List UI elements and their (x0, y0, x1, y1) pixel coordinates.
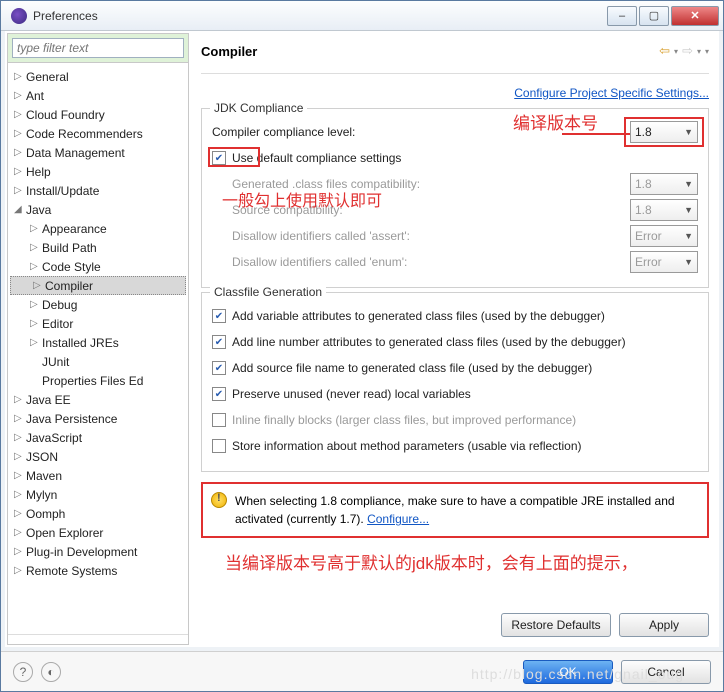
group-title: Classfile Generation (210, 285, 326, 299)
use-default-checkbox[interactable] (212, 151, 226, 165)
tree-item-open-explorer[interactable]: ▷Open Explorer (8, 523, 188, 542)
classfile-option-label: Add variable attributes to generated cla… (232, 309, 698, 323)
filter-box (8, 34, 188, 63)
help-icon[interactable]: ? (13, 662, 33, 682)
project-settings-link[interactable]: Configure Project Specific Settings... (514, 86, 709, 100)
titlebar: Preferences (1, 1, 723, 31)
classfile-checkbox[interactable] (212, 335, 226, 349)
nav-toolbar: ⇦▾ ⇨▾ ▾ (659, 43, 709, 59)
apply-button[interactable]: Apply (619, 613, 709, 637)
warning-text: When selecting 1.8 compliance, make sure… (235, 494, 675, 526)
minimize-button[interactable] (607, 6, 637, 26)
classfile-option-label: Store information about method parameter… (232, 439, 698, 453)
tree-item-debug[interactable]: ▷Debug (8, 295, 188, 314)
enum-select: Error▼ (630, 251, 698, 273)
annotation-3: 当编译版本号高于默认的jdk版本时，会有上面的提示， (225, 550, 709, 577)
classfile-option-label: Inline finally blocks (larger class file… (232, 413, 698, 427)
page-title: Compiler (201, 44, 257, 59)
tree-item-data-management[interactable]: ▷Data Management (8, 143, 188, 162)
preferences-tree[interactable]: ▷General▷Ant▷Cloud Foundry▷Code Recommen… (8, 63, 188, 634)
annotation-1: 编译版本号 (513, 109, 598, 134)
tree-item-code-recommenders[interactable]: ▷Code Recommenders (8, 124, 188, 143)
group-title: JDK Compliance (210, 101, 307, 115)
classfile-checkbox[interactable] (212, 439, 226, 453)
eclipse-icon (11, 8, 27, 24)
tree-item-maven[interactable]: ▷Maven (8, 466, 188, 485)
nav-back-icon[interactable]: ⇦ (659, 43, 670, 59)
tree-item-junit[interactable]: JUnit (8, 352, 188, 371)
import-export-icon[interactable]: ◐ (41, 662, 61, 682)
configure-link[interactable]: Configure... (367, 512, 429, 526)
warning-box: When selecting 1.8 compliance, make sure… (201, 482, 709, 538)
warning-icon (211, 492, 227, 508)
tree-item-install/update[interactable]: ▷Install/Update (8, 181, 188, 200)
classfile-option-label: Add line number attributes to generated … (232, 335, 698, 349)
tree-item-compiler[interactable]: ▷Compiler (10, 276, 186, 295)
tree-item-properties-files-ed[interactable]: Properties Files Ed (8, 371, 188, 390)
jdk-compliance-group: JDK Compliance 编译版本号 Compiler compliance… (201, 108, 709, 288)
assert-label: Disallow identifiers called 'assert': (232, 229, 630, 243)
classfile-checkbox[interactable] (212, 309, 226, 323)
main-panel: Compiler ⇦▾ ⇨▾ ▾ Configure Project Speci… (193, 33, 717, 645)
tree-item-help[interactable]: ▷Help (8, 162, 188, 181)
classfile-option-label: Preserve unused (never read) local varia… (232, 387, 698, 401)
assert-select: Error▼ (630, 225, 698, 247)
maximize-button[interactable] (639, 6, 669, 26)
filter-input[interactable] (12, 38, 184, 58)
tree-item-json[interactable]: ▷JSON (8, 447, 188, 466)
tree-item-java[interactable]: ◢Java (8, 200, 188, 219)
cancel-button[interactable]: Cancel (621, 660, 711, 684)
nav-fwd-icon[interactable]: ⇨ (682, 43, 693, 59)
close-button[interactable] (671, 6, 719, 26)
tree-item-cloud-foundry[interactable]: ▷Cloud Foundry (8, 105, 188, 124)
tree-item-oomph[interactable]: ▷Oomph (8, 504, 188, 523)
window-title: Preferences (33, 9, 605, 23)
tree-item-remote-systems[interactable]: ▷Remote Systems (8, 561, 188, 580)
classfile-group: Classfile Generation Add variable attrib… (201, 292, 709, 472)
tree-item-code-style[interactable]: ▷Code Style (8, 257, 188, 276)
enum-label: Disallow identifiers called 'enum': (232, 255, 630, 269)
tree-item-javascript[interactable]: ▷JavaScript (8, 428, 188, 447)
preferences-window: Preferences ▷General▷Ant▷Cloud Foundry▷C… (0, 0, 724, 692)
sidebar: ▷General▷Ant▷Cloud Foundry▷Code Recommen… (7, 33, 189, 645)
gen-class-select: 1.8▼ (630, 173, 698, 195)
use-default-label: Use default compliance settings (232, 151, 698, 165)
classfile-checkbox[interactable] (212, 361, 226, 375)
src-compat-select: 1.8▼ (630, 199, 698, 221)
classfile-option-label: Add source file name to generated class … (232, 361, 698, 375)
classfile-checkbox (212, 413, 226, 427)
tree-item-ant[interactable]: ▷Ant (8, 86, 188, 105)
tree-item-general[interactable]: ▷General (8, 67, 188, 86)
footer: ? ◐ OK Cancel http://blog.csdn.net/gnail… (1, 651, 723, 691)
ok-button[interactable]: OK (523, 660, 613, 684)
tree-item-appearance[interactable]: ▷Appearance (8, 219, 188, 238)
restore-defaults-button[interactable]: Restore Defaults (501, 613, 611, 637)
tree-item-build-path[interactable]: ▷Build Path (8, 238, 188, 257)
classfile-checkbox[interactable] (212, 387, 226, 401)
tree-item-installed-jres[interactable]: ▷Installed JREs (8, 333, 188, 352)
tree-item-editor[interactable]: ▷Editor (8, 314, 188, 333)
tree-item-plug-in-development[interactable]: ▷Plug-in Development (8, 542, 188, 561)
tree-item-java-ee[interactable]: ▷Java EE (8, 390, 188, 409)
tree-item-java-persistence[interactable]: ▷Java Persistence (8, 409, 188, 428)
annotation-2: 一般勾上使用默认即可 (222, 187, 382, 211)
tree-item-mylyn[interactable]: ▷Mylyn (8, 485, 188, 504)
compliance-level-select[interactable]: 1.8▼ (630, 121, 698, 143)
